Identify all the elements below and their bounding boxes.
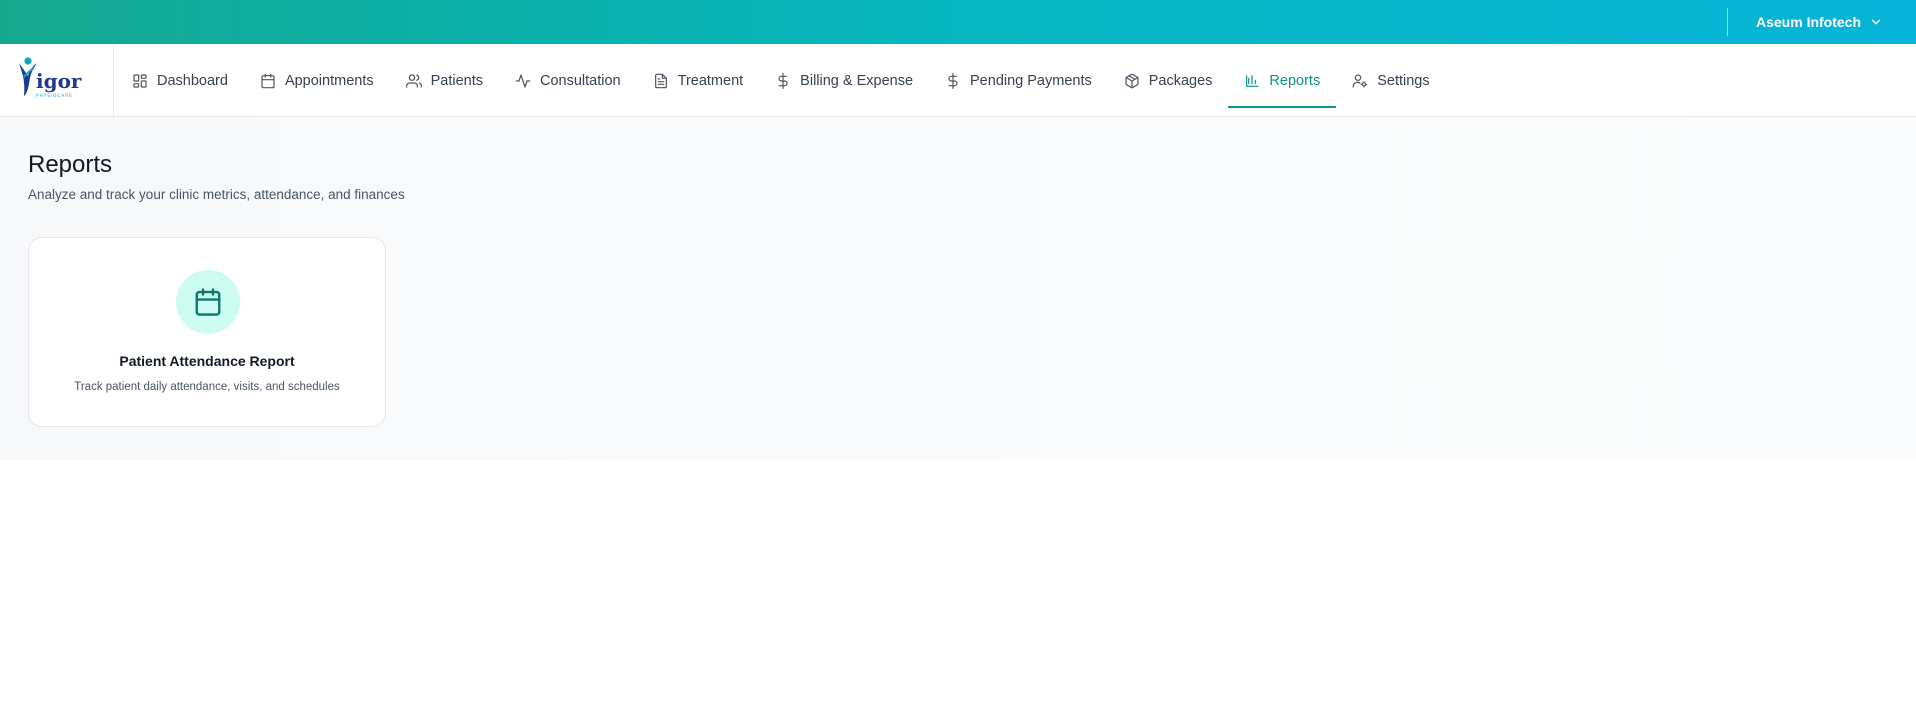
report-card-title: Patient Attendance Report [119, 353, 295, 369]
main-navigation-bar: igor PHYSIOCARE Dashboard Appointments P… [0, 44, 1916, 117]
nav-item-label: Dashboard [157, 72, 228, 89]
vigor-logo[interactable]: igor PHYSIOCARE [0, 44, 114, 117]
nav-item-label: Patients [430, 72, 484, 89]
nav-item-dashboard[interactable]: Dashboard [116, 44, 244, 117]
page-subtitle: Analyze and track your clinic metrics, a… [28, 187, 405, 202]
user-menu-button[interactable]: Aseum Infotech [1756, 12, 1883, 32]
nav-item-label: Appointments [284, 72, 374, 89]
nav-item-label: Billing & Expense [800, 72, 914, 89]
package-icon [1125, 73, 1139, 88]
dollar-icon [778, 72, 788, 89]
nav-item-appointments[interactable]: Appointments [244, 44, 390, 117]
page-title: Reports [28, 151, 113, 178]
calendar-icon [261, 73, 275, 88]
nav-menu: Dashboard Appointments Patients Consulta… [116, 44, 1446, 117]
report-icon-badge [176, 270, 240, 334]
svg-text:igor: igor [36, 69, 82, 93]
logo-mark-icon: igor PHYSIOCARE [19, 57, 82, 98]
nav-item-treatment[interactable]: Treatment [637, 44, 760, 117]
nav-item-label: Settings [1377, 72, 1430, 89]
nav-item-reports[interactable]: Reports [1228, 44, 1336, 117]
nav-item-patients[interactable]: Patients [390, 44, 499, 117]
nav-item-label: Treatment [677, 72, 744, 89]
nav-item-label: Reports [1269, 72, 1321, 89]
activity-icon [515, 73, 531, 88]
nav-item-billing-expense[interactable]: Billing & Expense [759, 44, 929, 117]
top-header-bar: Aseum Infotech [0, 0, 1916, 44]
nav-item-label: Pending Payments [970, 72, 1092, 89]
svg-text:PHYSIOCARE: PHYSIOCARE [36, 93, 73, 98]
nav-item-settings[interactable]: Settings [1336, 44, 1445, 117]
nav-item-label: Consultation [540, 72, 621, 89]
calendar-icon [195, 288, 221, 316]
document-icon [654, 73, 667, 88]
nav-item-consultation[interactable]: Consultation [499, 44, 637, 117]
user-cog-icon [1352, 73, 1368, 88]
user-name: Aseum Infotech [1756, 14, 1862, 30]
chevron-down-icon [1871, 19, 1881, 25]
bar-chart-icon [1246, 74, 1260, 87]
nav-item-label: Packages [1148, 72, 1213, 89]
nav-item-pending-payments[interactable]: Pending Payments [929, 44, 1108, 117]
dashboard-icon [133, 73, 147, 88]
users-icon [405, 73, 422, 88]
reports-page-content: Reports Analyze and track your clinic me… [0, 117, 1916, 460]
report-card-patient-attendance[interactable]: Patient Attendance Report Track patient … [28, 237, 386, 427]
header-divider [1727, 8, 1728, 36]
report-card-description: Track patient daily attendance, visits, … [74, 381, 340, 393]
nav-item-packages[interactable]: Packages [1108, 44, 1229, 117]
dollar-icon [948, 72, 958, 89]
